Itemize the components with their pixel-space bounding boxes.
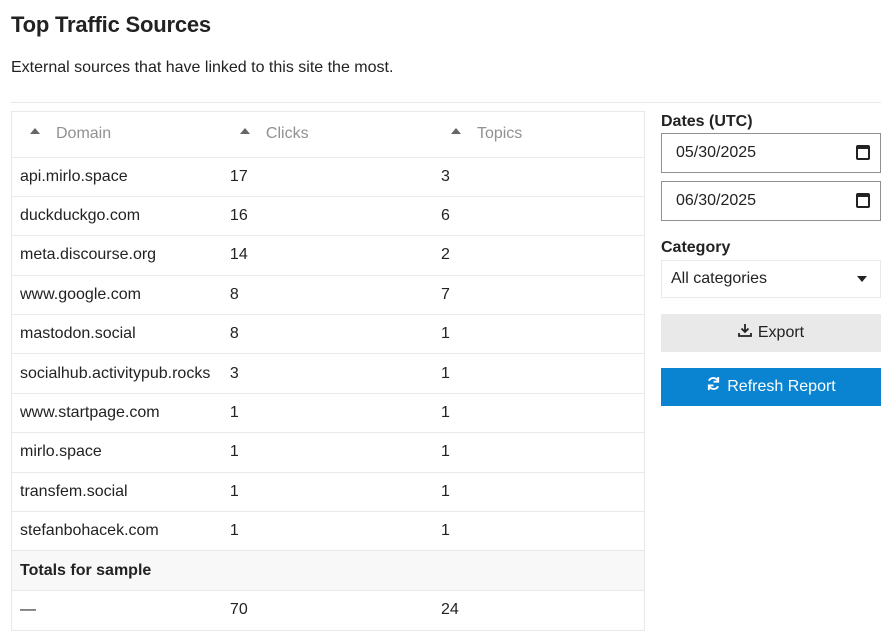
traffic-table: Domain Clicks Topics api.mirlo.space 17 3 … (11, 111, 645, 631)
domain-cell: stefanbohacek.com (12, 511, 222, 552)
clicks-cell: 1 (221, 472, 433, 513)
table-row: duckduckgo.com 16 6 (12, 196, 644, 237)
clicks-cell: 1 (221, 511, 433, 552)
domain-cell: socialhub.activitypub.rocks (12, 353, 222, 394)
domain-cell: mastodon.social (12, 314, 222, 355)
topics-cell: 1 (432, 511, 644, 552)
download-icon (737, 314, 752, 352)
calendar-icon[interactable] (856, 145, 870, 160)
table-row: mastodon.social 8 1 (12, 314, 644, 355)
totals-topics-cell: 24 (440, 601, 459, 619)
totals-row: — 70 24 (12, 590, 644, 629)
refresh-icon (706, 368, 721, 406)
domain-cell: transfem.social (12, 472, 222, 513)
topics-cell: 1 (432, 314, 644, 355)
topics-cell: 6 (432, 196, 644, 237)
export-button[interactable]: Export (661, 314, 881, 352)
column-header-clicks[interactable]: Clicks (221, 112, 433, 158)
domain-cell: mirlo.space (12, 432, 222, 473)
topics-cell: 2 (432, 235, 644, 276)
page-description: External sources that have linked to thi… (11, 59, 394, 76)
table-row: api.mirlo.space 17 3 (12, 157, 644, 197)
column-header-topics[interactable]: Topics (432, 112, 644, 158)
page-title: Top Traffic Sources (11, 12, 211, 37)
topics-cell: 7 (432, 275, 644, 316)
clicks-cell: 1 (221, 432, 433, 473)
table-row: www.startpage.com 1 1 (12, 393, 644, 434)
category-label: Category (661, 239, 731, 256)
start-date-input[interactable]: 05/30/2025 (661, 133, 881, 173)
totals-label-row: Totals for sample (12, 550, 644, 591)
totals-domain-cell: — (20, 601, 36, 619)
clicks-cell: 16 (221, 196, 433, 237)
topics-cell: 1 (432, 472, 644, 513)
refresh-report-button[interactable]: Refresh Report (661, 368, 881, 406)
caret-down-icon (857, 276, 867, 282)
divider (11, 102, 881, 103)
domain-cell: www.google.com (12, 275, 222, 316)
end-date-input[interactable]: 06/30/2025 (661, 181, 881, 221)
topics-cell: 1 (432, 353, 644, 394)
domain-cell: meta.discourse.org (12, 235, 222, 276)
calendar-icon[interactable] (856, 193, 870, 208)
domain-cell: duckduckgo.com (12, 196, 222, 237)
table-header-row: Domain Clicks Topics (12, 112, 644, 158)
sort-up-icon (30, 128, 40, 135)
sort-up-icon (450, 128, 461, 135)
topics-cell: 3 (432, 157, 644, 197)
clicks-cell: 8 (221, 314, 433, 355)
category-select[interactable]: All categories (661, 260, 881, 298)
domain-cell: api.mirlo.space (12, 157, 222, 197)
clicks-cell: 17 (221, 157, 433, 197)
clicks-cell: 14 (221, 235, 433, 276)
topics-cell: 1 (432, 432, 644, 473)
clicks-cell: 3 (221, 353, 433, 394)
clicks-cell: 1 (221, 393, 433, 434)
table-row: meta.discourse.org 14 2 (12, 235, 644, 276)
table-row: stefanbohacek.com 1 1 (12, 511, 644, 552)
table-row: socialhub.activitypub.rocks 3 1 (12, 353, 644, 394)
totals-label: Totals for sample (12, 550, 644, 591)
dates-label: Dates (UTC) (661, 113, 753, 130)
table-row: mirlo.space 1 1 (12, 432, 644, 473)
domain-cell: www.startpage.com (12, 393, 222, 434)
topics-cell: 1 (432, 393, 644, 434)
table-row: www.google.com 8 7 (12, 275, 644, 316)
clicks-cell: 8 (221, 275, 433, 316)
column-header-domain[interactable]: Domain (12, 112, 222, 158)
sort-up-icon (239, 128, 250, 135)
table-row: transfem.social 1 1 (12, 472, 644, 513)
filters-panel: Dates (UTC) 05/30/2025 06/30/2025 Catego… (661, 113, 881, 406)
totals-clicks-cell: 70 (229, 601, 248, 619)
